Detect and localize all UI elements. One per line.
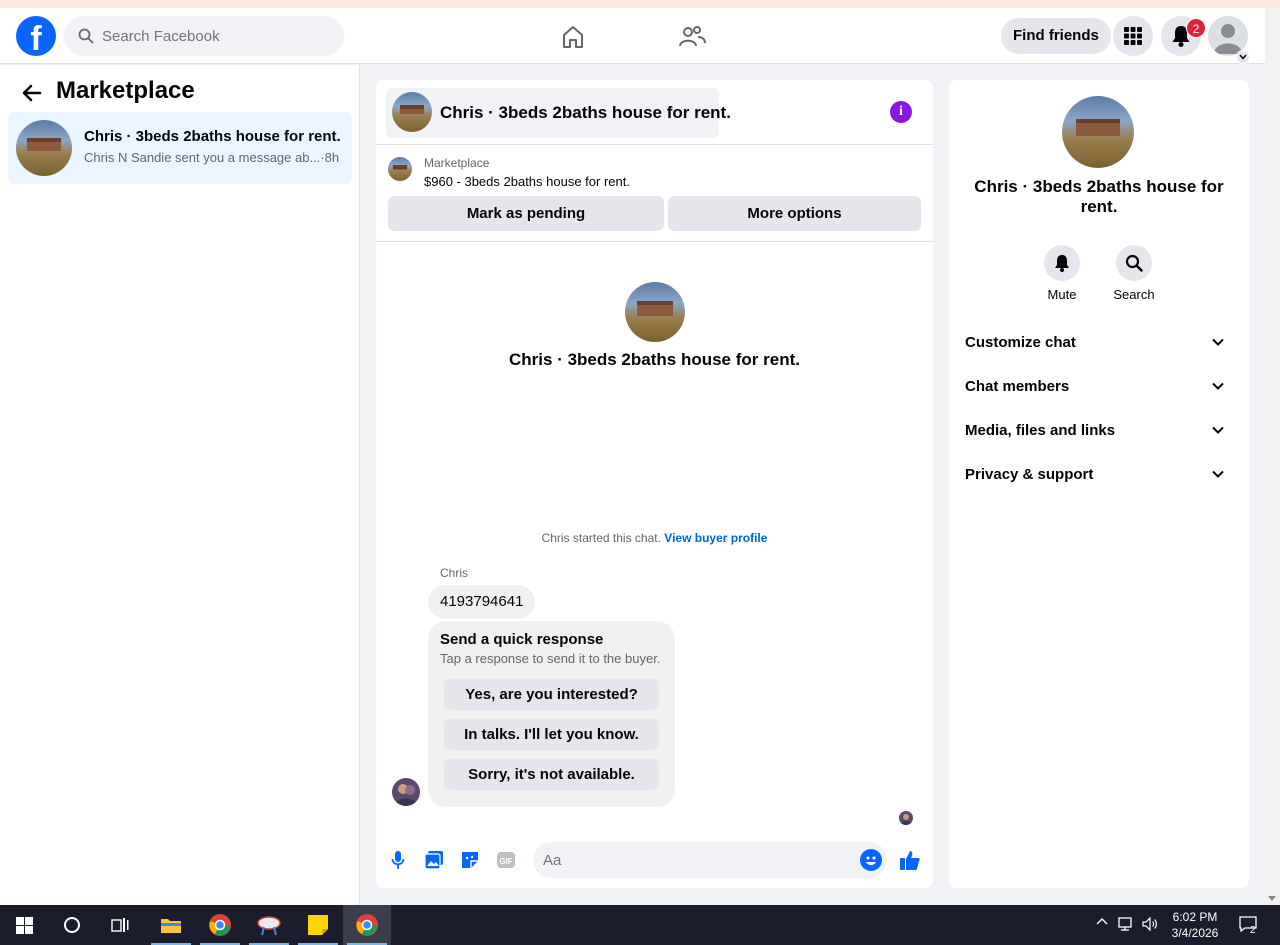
message-input[interactable] bbox=[533, 842, 887, 878]
search-input[interactable] bbox=[102, 27, 322, 45]
emoji-icon[interactable] bbox=[860, 849, 882, 871]
sender-name: Chris bbox=[440, 566, 469, 580]
chat-header[interactable]: Chris · 3beds 2baths house for rent. bbox=[386, 88, 731, 138]
details-title: Chris · 3beds 2baths house for rent. bbox=[974, 177, 1224, 216]
chat-details-panel: Chris · 3beds 2baths house for rent. Mut… bbox=[949, 80, 1249, 888]
search-label: Search bbox=[1113, 287, 1155, 302]
panel-title: Marketplace bbox=[56, 77, 195, 104]
photo-icon[interactable] bbox=[423, 849, 445, 871]
listing-thumbnail bbox=[388, 157, 412, 181]
marketplace-listing-bar: Marketplace $960 - 3beds 2baths house fo… bbox=[376, 144, 933, 242]
conversation-list-panel: Marketplace Chris · 3beds 2baths house f… bbox=[0, 65, 360, 905]
listing-thumbnail bbox=[16, 120, 72, 176]
sender-avatar[interactable] bbox=[392, 778, 420, 806]
action-center-count: 2 bbox=[1250, 925, 1256, 936]
view-buyer-profile-link[interactable]: View buyer profile bbox=[664, 531, 767, 545]
tray-chevron-up-icon[interactable] bbox=[1096, 916, 1108, 931]
conversation-item[interactable]: Chris · 3beds 2baths house for rent. Chr… bbox=[8, 112, 352, 184]
friends-icon[interactable] bbox=[677, 22, 707, 52]
windows-start-icon[interactable] bbox=[0, 905, 48, 945]
info-icon[interactable]: i bbox=[890, 101, 912, 123]
chat-intro-title: Chris · 3beds 2baths house for rent. bbox=[509, 350, 800, 369]
home-icon[interactable] bbox=[558, 22, 588, 52]
windows-taskbar: 6:02 PM 3/4/2026 2 bbox=[0, 905, 1280, 945]
privacy-support-row[interactable]: Privacy & support bbox=[957, 454, 1241, 494]
seen-receipt-avatar bbox=[899, 811, 913, 825]
facebook-logo[interactable]: f bbox=[16, 16, 56, 56]
chevron-down-icon bbox=[1212, 382, 1224, 390]
conversation-title: Chris · 3beds 2baths house for rent. bbox=[84, 128, 341, 145]
more-options-button[interactable]: More options bbox=[668, 196, 921, 231]
mute-label: Mute bbox=[1047, 287, 1077, 302]
search-icon bbox=[78, 28, 94, 44]
bell-icon bbox=[1044, 245, 1080, 281]
listing-thumbnail bbox=[392, 92, 432, 132]
notification-badge: 2 bbox=[1186, 18, 1206, 38]
thumbs-up-icon[interactable] bbox=[899, 849, 921, 871]
volume-icon[interactable] bbox=[1142, 916, 1158, 934]
chevron-down-icon[interactable] bbox=[1236, 50, 1250, 64]
quick-response-title: Send a quick response bbox=[440, 631, 604, 648]
clock-time: 6:02 PM bbox=[1172, 910, 1218, 924]
message-composer: GIF bbox=[376, 840, 933, 880]
menu-grid-icon[interactable] bbox=[1113, 16, 1153, 56]
chat-avatar bbox=[1062, 96, 1134, 168]
quick-response-subtitle: Tap a response to send it to the buyer. bbox=[440, 651, 661, 666]
file-explorer-icon[interactable] bbox=[147, 905, 195, 945]
marketplace-label: Marketplace bbox=[424, 156, 490, 170]
chevron-down-icon bbox=[1212, 338, 1224, 346]
snipping-tool-icon[interactable] bbox=[245, 905, 293, 945]
quick-response-option[interactable]: Yes, are you interested? bbox=[444, 679, 659, 710]
network-icon[interactable] bbox=[1118, 917, 1136, 934]
back-arrow-icon[interactable] bbox=[20, 81, 44, 105]
find-friends-button[interactable]: Find friends bbox=[1001, 18, 1111, 54]
sticky-notes-icon[interactable] bbox=[294, 905, 342, 945]
facebook-top-bar: f Find friends 2 bbox=[0, 8, 1265, 64]
page-scrollbar[interactable] bbox=[1265, 8, 1280, 905]
message-bubble[interactable]: 4193794641 bbox=[428, 585, 536, 619]
browser-top-strip bbox=[0, 0, 1280, 8]
microphone-icon[interactable] bbox=[387, 849, 409, 871]
gif-icon[interactable]: GIF bbox=[495, 849, 517, 871]
chat-window: Chris · 3beds 2baths house for rent. i M… bbox=[376, 80, 933, 888]
media-files-links-row[interactable]: Media, files and links bbox=[957, 410, 1241, 450]
mark-as-pending-button[interactable]: Mark as pending bbox=[388, 196, 664, 231]
quick-response-option[interactable]: In talks. I'll let you know. bbox=[444, 719, 659, 750]
quick-response-card: Send a quick response Tap a response to … bbox=[428, 621, 675, 807]
chat-started-notice: Chris started this chat. View buyer prof… bbox=[541, 531, 768, 545]
search-conversation-button[interactable]: Search bbox=[1098, 245, 1170, 302]
chat-avatar bbox=[625, 282, 685, 342]
svg-text:GIF: GIF bbox=[499, 857, 512, 866]
chrome-browser-icon[interactable] bbox=[343, 905, 391, 945]
chrome-profile-icon[interactable] bbox=[196, 905, 244, 945]
task-view-icon[interactable] bbox=[96, 905, 144, 945]
cortana-search-icon[interactable] bbox=[48, 905, 96, 945]
chevron-down-icon bbox=[1212, 426, 1224, 434]
customize-chat-row[interactable]: Customize chat bbox=[957, 322, 1241, 362]
chat-title: Chris · 3beds 2baths house for rent. bbox=[440, 103, 731, 122]
mute-button[interactable]: Mute bbox=[1026, 245, 1098, 302]
chat-members-row[interactable]: Chat members bbox=[957, 366, 1241, 406]
clock-date: 3/4/2026 bbox=[1171, 926, 1219, 940]
chevron-down-icon bbox=[1212, 470, 1224, 478]
sticker-icon[interactable] bbox=[459, 849, 481, 871]
system-clock[interactable]: 6:02 PM 3/4/2026 bbox=[1166, 909, 1224, 941]
listing-price-title[interactable]: $960 - 3beds 2baths house for rent. bbox=[424, 174, 630, 189]
search-box[interactable] bbox=[64, 16, 344, 56]
quick-response-option[interactable]: Sorry, it's not available. bbox=[444, 759, 659, 790]
conversation-preview: Chris N Sandie sent you a message ab...·… bbox=[84, 150, 340, 165]
search-icon bbox=[1116, 245, 1152, 281]
